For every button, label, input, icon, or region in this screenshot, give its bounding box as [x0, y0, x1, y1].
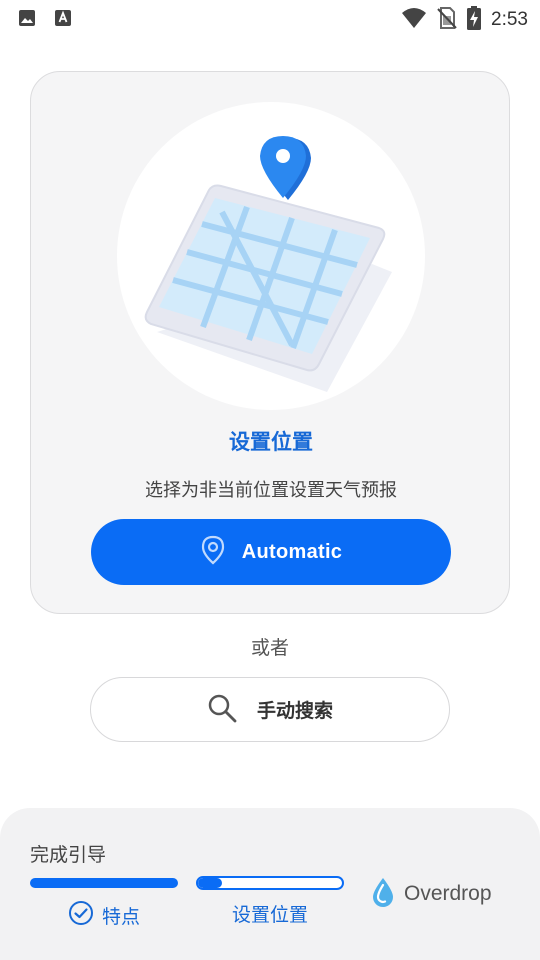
automatic-button-label: Automatic	[241, 540, 343, 563]
step-location-progress-bar	[196, 876, 344, 890]
droplet-icon	[370, 876, 396, 912]
a-badge-icon	[54, 9, 72, 31]
step-features-label: 特点	[101, 905, 140, 928]
battery-charging-icon	[467, 6, 482, 34]
manual-search-button[interactable]: 手动搜索	[90, 677, 450, 742]
card-subtitle: 选择为非当前位置设置天气预报	[145, 480, 397, 501]
image-icon	[18, 9, 36, 31]
card-title: 设置位置	[229, 430, 313, 454]
wifi-icon	[401, 7, 427, 33]
check-circle-icon	[68, 900, 94, 930]
automatic-location-button[interactable]: Automatic	[91, 519, 451, 585]
step-location-progress-fill	[198, 878, 223, 888]
status-time: 2:53	[491, 9, 528, 30]
brand-name: Overdrop	[404, 882, 492, 905]
brand: Overdrop	[370, 876, 492, 912]
step-location-label: 设置位置	[231, 904, 308, 926]
onboarding-progress-panel: 完成引导 特点 设置位置 Overdrop	[0, 808, 540, 960]
guide-title: 完成引导	[30, 844, 107, 866]
search-icon	[207, 693, 237, 727]
phone-map-illustration	[144, 136, 392, 392]
step-features[interactable]: 特点	[30, 900, 178, 930]
no-sim-icon	[437, 6, 457, 34]
location-card: 设置位置 选择为非当前位置设置天气预报 Automatic	[30, 71, 510, 614]
or-divider-text: 或者	[250, 637, 289, 659]
location-pin-outline-icon	[200, 535, 226, 569]
step-location: 设置位置	[196, 900, 344, 927]
location-pin-graphic	[260, 136, 311, 200]
manual-search-label: 手动搜索	[256, 700, 333, 722]
status-bar: 2:53	[0, 0, 540, 36]
step-features-progress-bar	[30, 878, 178, 888]
